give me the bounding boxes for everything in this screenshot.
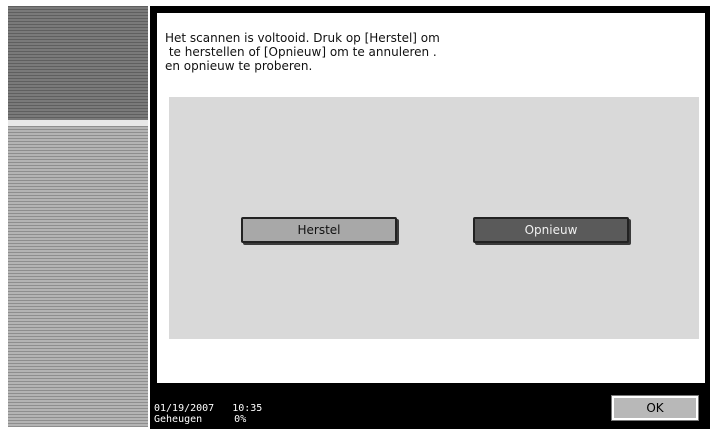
device-screen: Het scannen is voltooid. Druk op [Herste…	[0, 0, 712, 429]
herstel-button[interactable]: Herstel	[241, 217, 397, 243]
message-line: en opnieuw te proberen.	[165, 59, 313, 73]
left-panel-upper	[8, 6, 148, 120]
dialog-frame: Het scannen is voltooid. Druk op [Herste…	[150, 6, 710, 386]
scan-complete-message: Het scannen is voltooid. Druk op [Herste…	[165, 31, 585, 73]
memory-label: Geheugen	[154, 414, 203, 425]
left-side-panel	[8, 6, 148, 427]
status-bar: 01/19/2007 10:35 Geheugen 0% OK	[150, 386, 710, 429]
memory-value: 0%	[234, 414, 247, 425]
date-time-memory: 01/19/2007 10:35 Geheugen 0%	[154, 403, 262, 425]
message-line: te herstellen of [Opnieuw] om te annuler…	[165, 45, 437, 59]
dialog-body: Het scannen is voltooid. Druk op [Herste…	[157, 13, 705, 383]
status-time: 10:35	[232, 403, 263, 414]
ok-button[interactable]: OK	[611, 395, 699, 421]
left-panel-divider	[8, 120, 148, 126]
message-line: Het scannen is voltooid. Druk op [Herste…	[165, 31, 440, 45]
opnieuw-button[interactable]: Opnieuw	[473, 217, 629, 243]
action-panel: Herstel Opnieuw	[169, 97, 699, 339]
status-date: 01/19/2007	[154, 403, 215, 414]
